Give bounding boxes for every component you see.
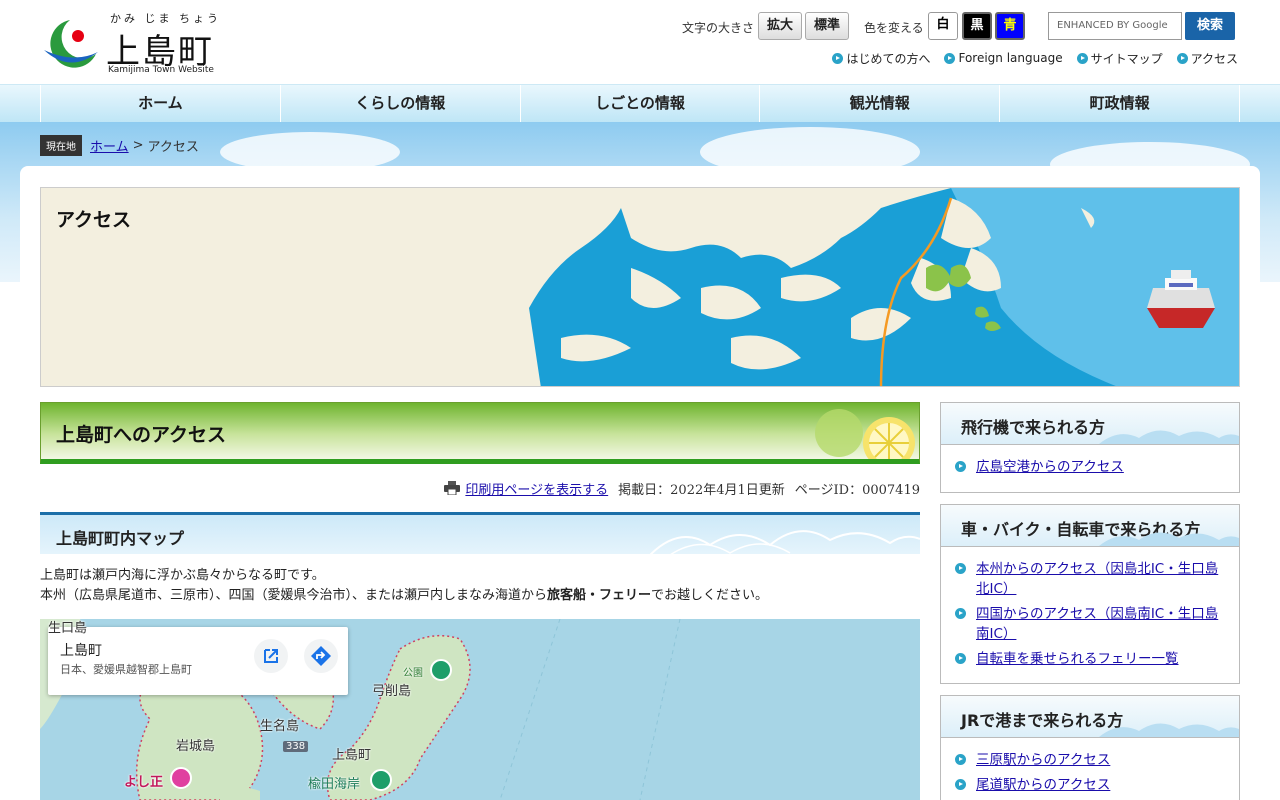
map-label-park: 公園 xyxy=(403,668,423,679)
search-input[interactable]: ENHANCED BY Google xyxy=(1048,12,1182,40)
arrow-bullet-icon xyxy=(944,52,956,64)
page-title-bar: 上島町へのアクセス xyxy=(40,402,920,464)
map-label-beach: 楡田海岸 xyxy=(308,777,361,792)
hero-banner: アクセス xyxy=(40,187,1240,387)
park-pin-icon[interactable] xyxy=(430,659,452,681)
island-map-illustration xyxy=(529,188,1239,386)
citrus-decoration-icon xyxy=(815,409,915,459)
ferry-emphasis: 旅客船・フェリー xyxy=(547,588,652,603)
map-label-iwagi: 岩城島 xyxy=(176,739,216,754)
link-foreign-language[interactable]: Foreign language xyxy=(944,50,1063,66)
nav-work[interactable]: しごとの情報 xyxy=(521,85,761,123)
color-blue-button[interactable]: 青 xyxy=(995,12,1025,40)
font-standard-button[interactable]: 標準 xyxy=(805,12,849,40)
arrow-bullet-icon xyxy=(955,461,966,472)
site-logo[interactable]: かみ じま ちょう 上島町 Kamijima Town Website xyxy=(40,10,230,76)
map-place-title: 上島町 xyxy=(60,643,102,659)
arrow-bullet-icon xyxy=(955,779,966,790)
arrow-bullet-icon xyxy=(955,608,966,619)
page-id: ページID：0007419 xyxy=(794,482,920,498)
font-size-label: 文字の大きさ xyxy=(682,21,755,35)
breadcrumb-separator: > xyxy=(132,137,144,153)
sidebar-box-air: 飛行機で来られる方 広島空港からのアクセス xyxy=(940,402,1240,493)
page-meta: 印刷用ページを表示する 掲載日：2022年4月1日更新 ページID：000741… xyxy=(444,479,920,498)
arrow-bullet-icon xyxy=(832,52,844,64)
wave-decoration-icon xyxy=(1099,430,1239,444)
embedded-map[interactable]: 上島町 日本、愛媛県越智郡上島町 生口島 弓削島 生名島 岩城島 上島町 公園 … xyxy=(40,619,920,800)
color-white-button[interactable]: 白 xyxy=(928,12,958,40)
directions-button[interactable] xyxy=(304,639,338,673)
map-place-card: 上島町 日本、愛媛県越智郡上島町 xyxy=(48,627,348,695)
link-access[interactable]: アクセス xyxy=(1176,50,1238,66)
printer-icon xyxy=(444,481,461,495)
sidebar-link-mihara[interactable]: 三原駅からのアクセス xyxy=(955,750,1229,770)
map-label-ikina: 生名島 xyxy=(260,719,300,734)
wave-decoration-icon xyxy=(1099,723,1239,737)
color-change-label: 色を変える xyxy=(864,21,924,35)
print-page-link[interactable]: 印刷用ページを表示する xyxy=(465,479,608,498)
hero-title: アクセス xyxy=(56,209,132,231)
hotel-pin-icon[interactable] xyxy=(170,767,192,789)
breadcrumb: 現在地 ホーム > アクセス xyxy=(40,134,199,156)
nav-town-admin[interactable]: 町政情報 xyxy=(1000,85,1240,123)
intro-line-1: 上島町は瀬戸内海に浮かぶ島々からなる町です。 xyxy=(40,568,325,583)
section-heading-bar: 上島町町内マップ xyxy=(40,512,920,554)
sidebar-link-hiroshima-airport[interactable]: 広島空港からのアクセス xyxy=(955,457,1229,477)
search-button[interactable]: 検索 xyxy=(1185,12,1235,40)
intro-line-2: 本州（広島県尾道市、三原市）、四国（愛媛県今治市）、または瀬戸内しまなみ海道から… xyxy=(40,588,769,603)
site-header: かみ じま ちょう 上島町 Kamijima Town Website 文字の大… xyxy=(0,0,1280,84)
breadcrumb-home-link[interactable]: ホーム xyxy=(90,136,129,155)
route-shield: 338 xyxy=(283,741,309,752)
nav-tourism[interactable]: 観光情報 xyxy=(760,85,1001,123)
sidebar-box-jr: JRで港まで来られる方 三原駅からのアクセス 尾道駅からのアクセス xyxy=(940,695,1240,800)
arrow-bullet-icon xyxy=(955,563,966,574)
nav-living[interactable]: くらしの情報 xyxy=(281,85,521,123)
town-emblem-icon xyxy=(44,20,98,68)
logo-english: Kamijima Town Website xyxy=(108,65,214,75)
map-label-yuge: 弓削島 xyxy=(372,684,412,699)
arrow-bullet-icon xyxy=(1176,52,1188,64)
directions-icon xyxy=(311,646,331,666)
sidebar-link-shikoku[interactable]: 四国からのアクセス（因島南IC・生口島南IC） xyxy=(955,604,1229,644)
map-place-address: 日本、愛媛県越智郡上島町 xyxy=(60,663,192,676)
arrow-bullet-icon xyxy=(1076,52,1088,64)
breadcrumb-current: アクセス xyxy=(147,139,199,155)
sidebar-box-car: 車・バイク・自転車で来られる方 本州からのアクセス（因島北IC・生口島北IC） … xyxy=(940,504,1240,684)
beach-pin-icon[interactable] xyxy=(370,769,392,791)
utility-links: はじめての方へ Foreign language サイトマップ アクセス xyxy=(832,50,1238,66)
link-sitemap[interactable]: サイトマップ xyxy=(1076,50,1163,66)
sidebar-link-honshu[interactable]: 本州からのアクセス（因島北IC・生口島北IC） xyxy=(955,559,1229,599)
map-label-kamijima: 上島町 xyxy=(332,748,372,763)
wave-decoration-icon xyxy=(650,530,920,554)
arrow-bullet-icon xyxy=(955,754,966,765)
breadcrumb-label: 現在地 xyxy=(40,134,82,156)
color-black-button[interactable]: 黒 xyxy=(962,12,992,40)
link-first-visit[interactable]: はじめての方へ xyxy=(832,50,930,66)
open-in-maps-button[interactable] xyxy=(254,639,288,673)
map-label-ikuchi: 生口島 xyxy=(48,621,88,636)
wave-decoration-icon xyxy=(1099,532,1239,546)
font-enlarge-button[interactable]: 拡大 xyxy=(758,12,802,40)
sidebar-link-bicycle-ferry[interactable]: 自転車を乗せられるフェリー一覧 xyxy=(955,649,1229,669)
global-nav: ホーム くらしの情報 しごとの情報 観光情報 町政情報 xyxy=(0,84,1280,123)
sidebar-title-air: 飛行機で来られる方 xyxy=(961,418,1106,437)
arrow-bullet-icon xyxy=(955,653,966,664)
external-link-icon xyxy=(264,649,278,663)
intro-text: 上島町は瀬戸内海に浮かぶ島々からなる町です。 本州（広島県尾道市、三原市）、四国… xyxy=(40,566,920,606)
map-label-hotel: よし正 xyxy=(124,775,164,790)
nav-home[interactable]: ホーム xyxy=(41,85,281,123)
page-title: 上島町へのアクセス xyxy=(56,424,227,446)
section-title: 上島町町内マップ xyxy=(56,529,185,548)
sidebar-link-onomichi[interactable]: 尾道駅からのアクセス xyxy=(955,775,1229,795)
published-date: 掲載日：2022年4月1日更新 xyxy=(618,482,785,498)
